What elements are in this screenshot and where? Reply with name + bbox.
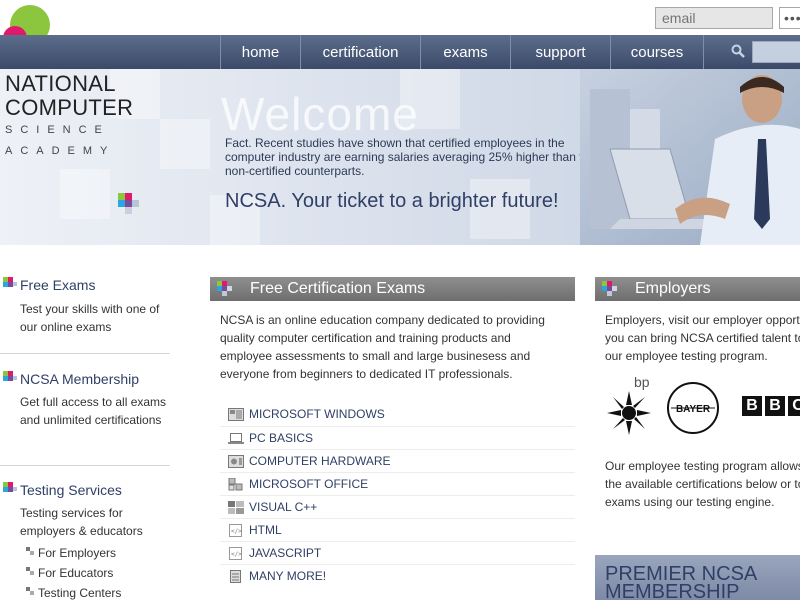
pixel-logo-icon — [217, 281, 232, 296]
sidebar-item-testing-centers[interactable]: Testing Centers — [38, 586, 121, 600]
nav-exams[interactable]: exams — [420, 35, 510, 69]
hardware-icon — [228, 455, 244, 468]
employers-header: Employers — [595, 277, 800, 301]
bbc-letter: B — [742, 396, 762, 416]
sidebar-item-educators[interactable]: For Educators — [38, 566, 113, 580]
bbc-logo: B B C — [742, 396, 800, 416]
email-input[interactable] — [655, 7, 773, 29]
free-exams-desc: Test your skills with one of our online … — [20, 302, 160, 334]
section-title: Employers — [635, 280, 711, 297]
membership-link[interactable]: NCSA Membership — [20, 371, 139, 387]
course-item[interactable]: COMPUTER HARDWARE — [220, 449, 575, 472]
nav-courses[interactable]: courses — [610, 35, 704, 69]
course-label: MICROSOFT OFFICE — [249, 477, 369, 491]
divider — [0, 465, 170, 466]
course-label: HTML — [249, 523, 282, 537]
course-list: MICROSOFT WINDOWS PC BASICS COMPUTER HAR… — [220, 403, 575, 587]
course-item[interactable]: </> JAVASCRIPT — [220, 541, 575, 564]
course-item[interactable]: MANY MORE! — [220, 564, 575, 587]
section-title: Free Certification Exams — [250, 280, 426, 297]
divider — [0, 353, 170, 354]
course-label: MANY MORE! — [249, 569, 327, 583]
premier-membership-banner[interactable]: PREMIER NCSA MEMBERSHIP — [595, 555, 800, 600]
free-exams-link[interactable]: Free Exams — [20, 277, 95, 293]
sub-bullet-icon — [26, 567, 34, 575]
nav-home[interactable]: home — [220, 35, 300, 69]
course-item[interactable]: MICROSOFT WINDOWS — [220, 403, 575, 426]
password-input[interactable]: ••• — [779, 7, 800, 29]
bayer-logo-icon: BAYER — [667, 382, 719, 434]
sidebar-item-employers[interactable]: For Employers — [38, 546, 116, 560]
bbc-letter: B — [765, 396, 785, 416]
employee-testing-description: Our employee testing program allows... t… — [605, 459, 800, 509]
pixel-logo-icon — [118, 193, 139, 214]
employers-description: Employers, visit our employer opportu...… — [605, 313, 800, 363]
pixel-bullet-icon — [3, 277, 17, 287]
office-icon — [228, 478, 243, 491]
javascript-icon: </> — [229, 547, 242, 560]
course-item[interactable]: MICROSOFT OFFICE — [220, 472, 575, 495]
course-label: MICROSOFT WINDOWS — [249, 407, 385, 421]
windows-icon — [228, 408, 244, 421]
course-label: JAVASCRIPT — [249, 546, 322, 560]
logo-line: COMPUTER — [5, 95, 134, 120]
svg-text:</>: </> — [231, 551, 242, 558]
course-item[interactable]: PC BASICS — [220, 426, 575, 449]
sub-bullet-icon — [26, 547, 34, 555]
bp-logo-text: bp — [634, 374, 650, 390]
laptop-icon — [228, 433, 244, 444]
testing-services-desc: Testing services for employers & educato… — [20, 506, 143, 538]
search-input[interactable] — [752, 41, 800, 63]
businessman-photo — [580, 69, 800, 245]
bayer-text: BAYER — [676, 404, 711, 415]
more-icon — [230, 570, 241, 583]
hero-tile — [60, 169, 110, 219]
svg-text:</>: </> — [231, 528, 242, 535]
welcome-heading: Welcome — [221, 88, 419, 140]
sub-bullet-icon — [26, 587, 34, 595]
bbc-letter: C — [788, 396, 800, 416]
pixel-logo-icon — [602, 281, 617, 296]
bp-logo-icon — [607, 391, 651, 435]
nav-certification[interactable]: certification — [300, 35, 420, 69]
membership-desc: Get full access to all exams and unlimit… — [20, 395, 167, 427]
fact-text: Fact. Recent studies have shown that cer… — [225, 136, 603, 178]
course-label: PC BASICS — [249, 431, 314, 445]
site-logo[interactable]: NATIONAL COMPUTER SCIENCE ACADEMY — [5, 72, 133, 162]
search-icon[interactable] — [731, 44, 745, 58]
free-cert-exams-header: Free Certification Exams — [210, 277, 575, 301]
main-nav: home certification exams support courses — [0, 35, 800, 69]
pixel-bullet-icon — [3, 482, 17, 492]
pixel-bullet-icon — [3, 371, 17, 381]
top-bar: ••• — [0, 0, 800, 58]
html-icon: </> — [229, 524, 242, 537]
nav-support[interactable]: support — [510, 35, 610, 69]
visual-cpp-icon — [228, 501, 244, 514]
tagline: NCSA. Your ticket to a brighter future! — [225, 190, 559, 212]
course-label: VISUAL C++ — [249, 500, 318, 514]
hero-tile — [160, 119, 210, 169]
company-description: NCSA is an online education company dedi… — [220, 313, 545, 381]
testing-services-link[interactable]: Testing Services — [20, 482, 122, 498]
course-label: COMPUTER HARDWARE — [249, 454, 391, 468]
course-item[interactable]: </> HTML — [220, 518, 575, 541]
logo-line: NATIONAL — [5, 71, 116, 96]
logo-line: SCIENCE — [5, 124, 110, 136]
course-item[interactable]: VISUAL C++ — [220, 495, 575, 518]
hero-banner: NATIONAL COMPUTER SCIENCE ACADEMY Welcom… — [0, 69, 800, 245]
logo-line: ACADEMY — [5, 145, 116, 157]
